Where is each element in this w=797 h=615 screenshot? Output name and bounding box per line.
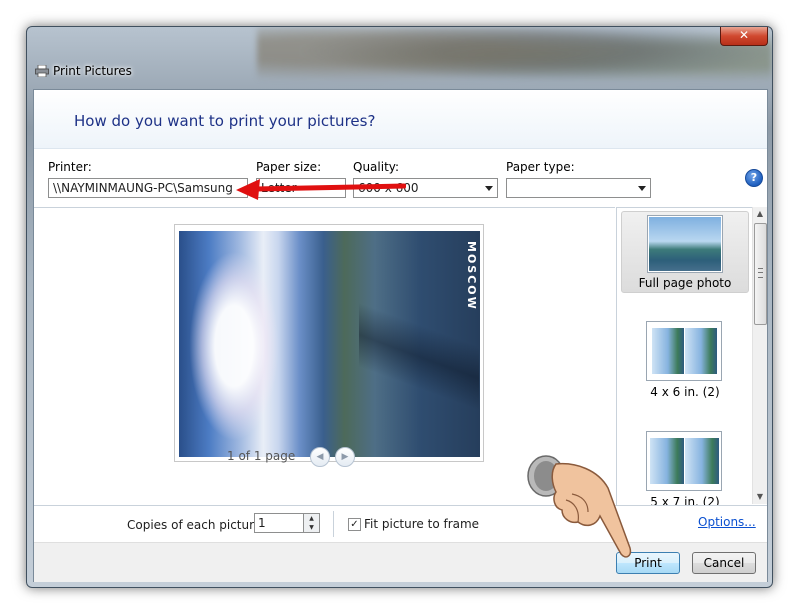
spin-up-icon[interactable]: ▲ (304, 514, 319, 523)
next-page-button[interactable]: ▶ (335, 447, 355, 467)
dialog-client: How do you want to print your pictures? … (33, 89, 768, 582)
red-arrow-icon (236, 179, 406, 200)
copies-label: Copies of each picture: (127, 518, 266, 532)
layout-thumbnail (646, 431, 722, 491)
pointing-hand-cursor-icon (527, 455, 632, 558)
copies-input[interactable]: 1 (254, 513, 304, 533)
header-band: How do you want to print your pictures? (34, 90, 767, 149)
fit-to-frame-checkbox[interactable]: ✓ (348, 518, 361, 531)
button-band: Print Cancel (34, 542, 767, 582)
chevron-down-icon (485, 186, 493, 191)
layout-thumbnail (646, 321, 722, 381)
options-link[interactable]: Options... (698, 515, 756, 529)
print-pictures-window: Print Pictures ✕ How do you want to prin… (26, 26, 773, 588)
layout-scrollbar[interactable]: ▲ ▼ (752, 207, 767, 504)
layout-label: 4 x 6 in. (2) (650, 385, 720, 399)
options-band: Copies of each picture: 1 ▲ ▼ ✓ Fit pict… (34, 505, 767, 542)
title-bar[interactable]: Print Pictures ✕ (27, 27, 772, 87)
chevron-down-icon (638, 186, 646, 191)
scrollbar-thumb[interactable] (754, 223, 767, 325)
scroll-down-icon[interactable]: ▼ (753, 490, 767, 504)
copies-value: 1 (258, 516, 266, 530)
preview-page: MOSCOW (174, 224, 484, 462)
checkmark-icon: ✓ (350, 519, 359, 530)
window-title: Print Pictures (53, 64, 132, 78)
close-icon: ✕ (738, 28, 750, 42)
dialog-heading: How do you want to print your pictures? (74, 112, 376, 130)
chevron-right-icon: ▶ (341, 452, 349, 462)
grip-icon (758, 268, 763, 278)
previous-page-button[interactable]: ◀ (310, 447, 330, 467)
spin-down-icon[interactable]: ▼ (304, 523, 319, 532)
close-button[interactable]: ✕ (720, 27, 768, 46)
photo-caption: MOSCOW (465, 241, 478, 311)
help-icon[interactable]: ? (745, 169, 763, 187)
paper-size-label: Paper size: (256, 160, 322, 174)
copies-stepper[interactable]: ▲ ▼ (304, 513, 320, 533)
cancel-button[interactable]: Cancel (692, 552, 756, 574)
layout-item-full-page[interactable]: Full page photo (621, 211, 749, 293)
divider (333, 511, 334, 537)
printer-icon (35, 65, 49, 77)
printer-value: \\NAYMINMAUNG-PC\Samsung (53, 181, 233, 195)
scroll-up-icon[interactable]: ▲ (753, 207, 767, 221)
fit-to-frame-label: Fit picture to frame (364, 517, 480, 531)
layout-label: Full page photo (638, 276, 732, 290)
photo-shadow (359, 261, 479, 431)
chevron-left-icon: ◀ (316, 452, 324, 462)
layout-item-4x6[interactable]: 4 x 6 in. (2) (621, 321, 749, 403)
printer-select[interactable]: \\NAYMINMAUNG-PC\Samsung (48, 178, 248, 198)
photo-preview: MOSCOW (179, 231, 480, 457)
printer-label: Printer: (48, 160, 92, 174)
paper-type-select[interactable] (506, 178, 651, 198)
photo-clouds (189, 251, 279, 441)
quality-label: Quality: (353, 160, 400, 174)
layout-thumbnail (647, 215, 723, 273)
paper-type-label: Paper type: (506, 160, 575, 174)
page-counter: 1 of 1 page (227, 449, 296, 463)
